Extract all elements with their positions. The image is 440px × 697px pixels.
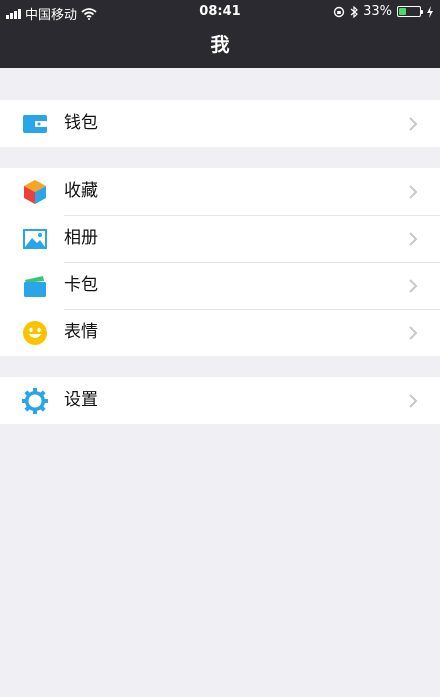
charging-bolt-icon — [427, 5, 433, 18]
features-section: 收藏 相册 卡包 表情 — [0, 168, 440, 356]
chevron-right-icon — [409, 326, 418, 340]
settings-gear-icon — [22, 388, 48, 414]
menu-item-label: 相册 — [64, 228, 98, 248]
chevron-right-icon — [409, 117, 418, 131]
settings-section: 设置 — [0, 377, 440, 424]
menu-item-card-pack[interactable]: 卡包 — [0, 262, 440, 309]
favorites-cube-icon — [24, 180, 46, 204]
menu-item-stickers[interactable]: 表情 — [0, 309, 440, 356]
wallet-icon — [23, 115, 47, 133]
menu-item-wallet[interactable]: 钱包 — [0, 100, 440, 147]
wallet-section: 钱包 — [0, 100, 440, 147]
battery-icon — [397, 6, 423, 17]
menu-item-favorites[interactable]: 收藏 — [0, 168, 440, 215]
menu-item-label: 表情 — [64, 322, 98, 342]
bluetooth-icon — [350, 5, 358, 18]
chevron-right-icon — [409, 232, 418, 246]
menu-item-settings[interactable]: 设置 — [0, 377, 440, 424]
sticker-smiley-icon — [23, 321, 47, 345]
album-picture-icon — [23, 229, 47, 249]
page-title: 我 — [210, 34, 230, 56]
card-pack-icon — [24, 276, 46, 297]
orientation-lock-icon — [333, 6, 345, 17]
chevron-right-icon — [409, 394, 418, 408]
top-bar: 中国移动 08:41 33% 我 — [0, 0, 440, 68]
menu-item-label: 钱包 — [64, 113, 98, 133]
chevron-right-icon — [409, 185, 418, 199]
menu-item-label: 卡包 — [64, 275, 98, 295]
menu-item-label: 设置 — [64, 390, 98, 410]
battery-percentage: 33% — [363, 4, 392, 19]
menu-item-label: 收藏 — [64, 181, 98, 201]
chevron-right-icon — [409, 279, 418, 293]
status-bar: 中国移动 08:41 33% — [0, 0, 440, 23]
menu-item-album[interactable]: 相册 — [0, 215, 440, 262]
